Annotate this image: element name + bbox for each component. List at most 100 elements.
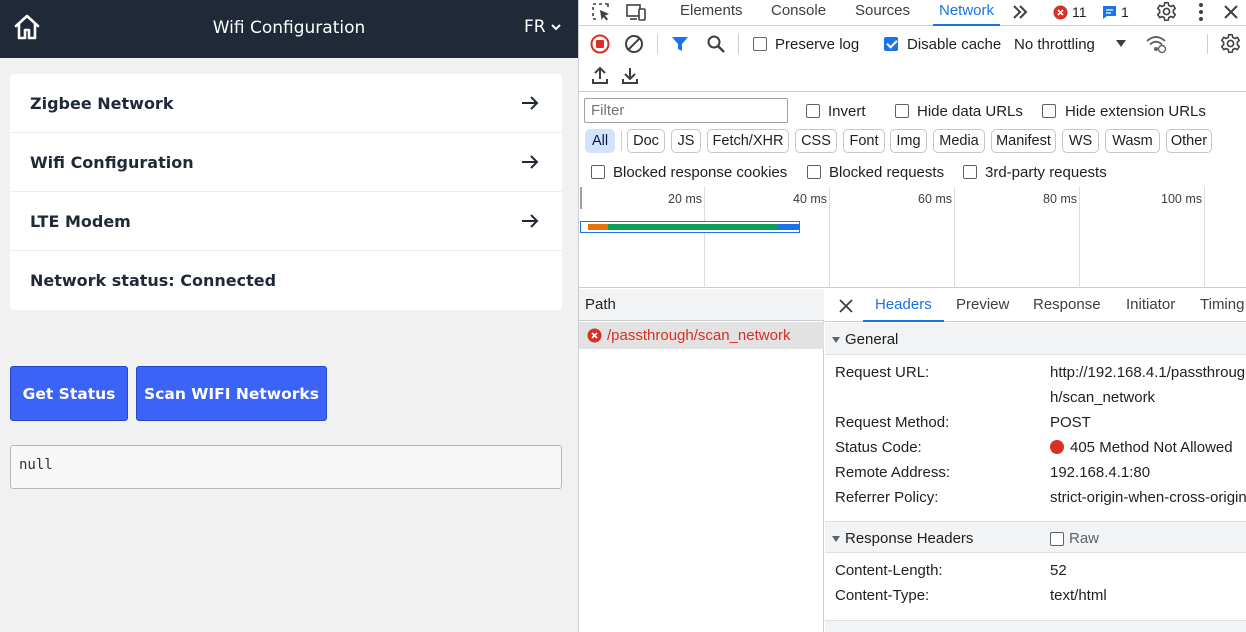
tab-initiator[interactable]: Initiator bbox=[1126, 296, 1175, 313]
status-code-value: 405 Method Not Allowed bbox=[1050, 439, 1233, 456]
filter-chip-fetch-xhr[interactable]: Fetch/XHR bbox=[707, 129, 789, 153]
filter-chip-ws[interactable]: WS bbox=[1062, 129, 1099, 153]
output-box: null bbox=[10, 445, 562, 489]
chevron-down-icon bbox=[550, 24, 561, 31]
inspect-element-icon[interactable] bbox=[591, 2, 611, 22]
scan-wifi-networks-button[interactable]: Scan WIFI Networks bbox=[136, 366, 327, 421]
error-count: 11 bbox=[1072, 4, 1087, 20]
app-header: Wifi Configuration FR bbox=[0, 0, 578, 58]
preserve-log-checkbox[interactable] bbox=[753, 37, 767, 51]
filter-chip-js[interactable]: JS bbox=[671, 129, 701, 153]
request-details: Headers Preview Response Initiator Timin… bbox=[825, 289, 1246, 632]
request-path: /passthrough/scan_network bbox=[607, 327, 791, 344]
column-header-path[interactable]: Path bbox=[579, 289, 824, 321]
tab-preview[interactable]: Preview bbox=[956, 296, 1009, 313]
tab-network[interactable]: Network bbox=[932, 2, 1001, 26]
details-tab-bar: Headers Preview Response Initiator Timin… bbox=[825, 289, 1246, 322]
error-count-badge[interactable]: 11 bbox=[1053, 4, 1087, 20]
status-code-text: 405 Method Not Allowed bbox=[1070, 439, 1233, 456]
disable-cache-checkbox[interactable] bbox=[884, 37, 898, 51]
arrow-right-icon bbox=[522, 155, 539, 169]
content-type-value: text/html bbox=[1050, 587, 1107, 604]
invert-checkbox[interactable] bbox=[806, 104, 820, 118]
network-timeline-overview[interactable]: 20 ms 40 ms 60 ms 80 ms 100 ms bbox=[579, 187, 1246, 288]
menu-item-zigbee-network[interactable]: Zigbee Network bbox=[10, 74, 562, 133]
more-tabs-chevron-icon[interactable] bbox=[1011, 3, 1029, 21]
menu-item-wifi-configuration[interactable]: Wifi Configuration bbox=[10, 133, 562, 192]
divider bbox=[657, 34, 658, 54]
timeline-gridline bbox=[1204, 187, 1205, 288]
request-timing-bar bbox=[580, 221, 800, 233]
filter-chip-wasm[interactable]: Wasm bbox=[1105, 129, 1160, 153]
third-party-requests-checkbox[interactable] bbox=[963, 165, 977, 179]
timing-segment-connect bbox=[588, 224, 608, 230]
hide-extension-urls-checkbox[interactable] bbox=[1042, 104, 1056, 118]
timeline-gridline bbox=[1079, 187, 1080, 288]
filter-chip-font[interactable]: Font bbox=[843, 129, 885, 153]
error-icon bbox=[1053, 5, 1068, 19]
content-type-key: Content-Type: bbox=[835, 587, 930, 604]
close-details-icon[interactable] bbox=[839, 299, 853, 313]
export-har-icon[interactable] bbox=[621, 66, 639, 85]
blocked-response-cookies-label: Blocked response cookies bbox=[613, 164, 788, 181]
filter-chip-doc[interactable]: Doc bbox=[627, 129, 665, 153]
filter-chip-media[interactable]: Media bbox=[933, 129, 985, 153]
tab-elements[interactable]: Elements bbox=[680, 2, 743, 19]
request-url-value-cont: h/scan_network bbox=[1050, 389, 1156, 406]
request-row[interactable]: /passthrough/scan_network bbox=[579, 322, 824, 349]
more-options-icon[interactable] bbox=[1192, 2, 1210, 22]
menu-item-label: Zigbee Network bbox=[30, 93, 174, 113]
hide-data-urls-checkbox[interactable] bbox=[895, 104, 909, 118]
request-method-value: POST bbox=[1050, 414, 1091, 431]
tab-sources[interactable]: Sources bbox=[855, 2, 910, 19]
raw-headers-checkbox[interactable] bbox=[1050, 532, 1064, 546]
device-toolbar-icon[interactable] bbox=[625, 2, 647, 22]
page-title: Wifi Configuration bbox=[212, 18, 366, 38]
filter-chip-other[interactable]: Other bbox=[1166, 129, 1212, 153]
tab-console[interactable]: Console bbox=[771, 2, 826, 19]
get-status-button[interactable]: Get Status bbox=[10, 366, 128, 421]
settings-gear-icon[interactable] bbox=[1156, 1, 1177, 22]
network-settings-gear-icon[interactable] bbox=[1220, 33, 1241, 54]
message-icon bbox=[1103, 5, 1116, 19]
divider bbox=[621, 131, 622, 151]
general-section-header[interactable]: General bbox=[825, 323, 1246, 355]
filter-chip-img[interactable]: Img bbox=[890, 129, 927, 153]
settings-menu: Zigbee Network Wifi Configuration LTE Mo… bbox=[10, 74, 562, 310]
filter-chip-css[interactable]: CSS bbox=[795, 129, 837, 153]
status-error-dot bbox=[1050, 440, 1064, 454]
response-headers-section-header[interactable]: Response Headers Raw bbox=[825, 521, 1246, 553]
throttling-select[interactable]: No throttling bbox=[1014, 33, 1134, 55]
content-length-value: 52 bbox=[1050, 562, 1067, 579]
language-select[interactable]: FR bbox=[524, 17, 562, 37]
close-devtools-icon[interactable] bbox=[1222, 3, 1240, 21]
timeline-tick-label: 40 ms bbox=[793, 192, 828, 206]
menu-item-lte-modem[interactable]: LTE Modem bbox=[10, 192, 562, 251]
tab-response[interactable]: Response bbox=[1033, 296, 1101, 313]
import-har-icon[interactable] bbox=[591, 66, 609, 85]
hide-data-urls-label: Hide data URLs bbox=[917, 103, 1023, 120]
blocked-requests-checkbox[interactable] bbox=[807, 165, 821, 179]
request-url-key: Request URL: bbox=[835, 364, 930, 381]
divider bbox=[738, 34, 739, 54]
content-length-key: Content-Length: bbox=[835, 562, 943, 579]
filter-chip-all[interactable]: All bbox=[585, 129, 615, 153]
menu-item-label: LTE Modem bbox=[30, 211, 131, 231]
network-conditions-icon[interactable] bbox=[1145, 34, 1167, 54]
timeline-cursor bbox=[580, 187, 582, 209]
filter-chip-manifest[interactable]: Manifest bbox=[991, 129, 1056, 153]
blocked-response-cookies-checkbox[interactable] bbox=[591, 165, 605, 179]
filter-icon[interactable] bbox=[671, 35, 689, 53]
error-icon bbox=[587, 328, 602, 343]
tab-timing[interactable]: Timing bbox=[1200, 296, 1244, 313]
search-icon[interactable] bbox=[706, 34, 726, 54]
clear-log-icon[interactable] bbox=[624, 34, 644, 54]
request-headers-section-header[interactable] bbox=[825, 620, 1246, 632]
request-method-key: Request Method: bbox=[835, 414, 950, 431]
status-code-key: Status Code: bbox=[835, 439, 922, 456]
tab-headers[interactable]: Headers bbox=[863, 296, 944, 322]
stop-recording-icon[interactable] bbox=[590, 34, 610, 54]
message-count-badge[interactable]: 1 bbox=[1102, 4, 1129, 20]
filter-input[interactable] bbox=[584, 98, 788, 123]
timeline-tick-label: 60 ms bbox=[918, 192, 953, 206]
